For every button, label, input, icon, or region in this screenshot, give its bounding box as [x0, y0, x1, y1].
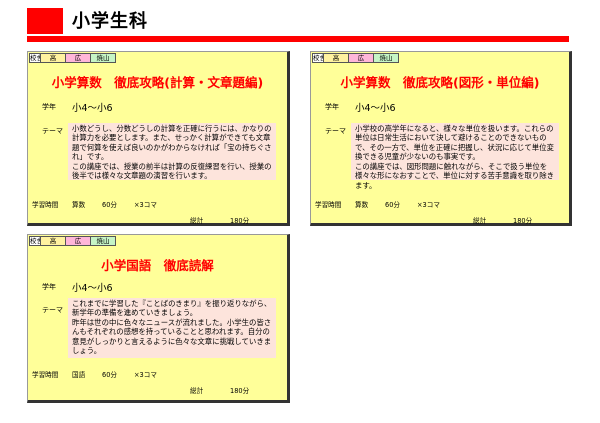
- course-title: 小学算数 徹底攻略(計算・文章題編): [51, 75, 264, 90]
- grade-label: 学年: [42, 103, 56, 111]
- total-label: 総計: [190, 217, 204, 225]
- course-title: 小学国語 徹底読解: [101, 258, 214, 273]
- course-card-calc: 校舎 高 広 焼山 小学算数 徹底攻略(計算・文章題編) 学年 小4～小6 テー…: [27, 51, 290, 226]
- campus-tag-hiro: 広: [65, 53, 91, 63]
- theme-label: テーマ: [42, 306, 63, 314]
- total-label: 総計: [473, 217, 487, 225]
- theme-text: 小学校の高学年になると、様々な単位を扱います。これらの単位は日常生活において決し…: [355, 124, 555, 190]
- campus-tag-yakeyama: 焼山: [90, 236, 116, 246]
- campus-tag-hiro: 広: [65, 236, 91, 246]
- subject-value: 算数: [355, 201, 369, 209]
- campus-tag-yakeyama: 焼山: [373, 53, 399, 63]
- theme-description: 小学校の高学年になると、様々な単位を扱います。これらの単位は日常生活において決し…: [351, 123, 559, 190]
- campus-tag-taka: 高: [40, 236, 66, 246]
- campus-tags: 校舎 高 広 焼山: [29, 53, 116, 63]
- campus-tag-taka: 高: [40, 53, 66, 63]
- minutes-value: 60分: [102, 371, 117, 379]
- grade-value: 小4～小6: [72, 283, 113, 294]
- campus-tag-taka: 高: [323, 53, 349, 63]
- study-time-label: 学習時間: [315, 201, 342, 209]
- theme-label: テーマ: [325, 127, 346, 135]
- header-red-bar: [27, 36, 569, 42]
- theme-text: 小数どうし、分数どうしの計算を正確に行うには、かなりの計算力を必要とします。また…: [72, 124, 272, 181]
- sessions-value: ×3コマ: [134, 371, 157, 379]
- minutes-value: 60分: [385, 201, 400, 209]
- theme-label: テーマ: [42, 127, 63, 135]
- course-card-reading: 校舎 高 広 焼山 小学国語 徹底読解 学年 小4～小6 テーマ これまでに学習…: [27, 234, 290, 403]
- theme-description: これまでに学習した『ことばのきまり』を振り返りながら、新学年の準備を進めていきま…: [68, 298, 276, 358]
- sessions-value: ×3コマ: [134, 201, 157, 209]
- theme-description: 小数どうし、分数どうしの計算を正確に行うには、かなりの計算力を必要とします。また…: [68, 123, 276, 180]
- sessions-value: ×3コマ: [417, 201, 440, 209]
- campus-tag-hiro: 広: [348, 53, 374, 63]
- page-title: 小学生科: [72, 11, 148, 32]
- grade-label: 学年: [325, 103, 339, 111]
- grade-value: 小4～小6: [355, 103, 396, 114]
- total-value: 180分: [230, 217, 250, 225]
- course-card-geometry: 校舎 高 広 焼山 小学算数 徹底攻略(図形・単位編) 学年 小4～小6 テーマ…: [310, 51, 572, 226]
- campus-tag-yakeyama: 焼山: [90, 53, 116, 63]
- grade-value: 小4～小6: [72, 103, 113, 114]
- total-value: 180分: [230, 387, 250, 395]
- total-value: 180分: [513, 217, 533, 225]
- study-time-label: 学習時間: [32, 201, 59, 209]
- grade-label: 学年: [42, 283, 56, 291]
- study-time-label: 学習時間: [32, 371, 59, 379]
- minutes-value: 60分: [102, 201, 117, 209]
- total-label: 総計: [190, 387, 204, 395]
- course-title: 小学算数 徹底攻略(図形・単位編): [340, 75, 540, 90]
- subject-value: 国語: [72, 371, 86, 379]
- campus-tags: 校舎 高 広 焼山: [29, 236, 116, 246]
- campus-tags: 校舎 高 広 焼山: [312, 53, 399, 63]
- subject-value: 算数: [72, 201, 86, 209]
- header-red-block: [27, 8, 63, 34]
- theme-text: これまでに学習した『ことばのきまり』を振り返りながら、新学年の準備を進めていきま…: [72, 299, 272, 356]
